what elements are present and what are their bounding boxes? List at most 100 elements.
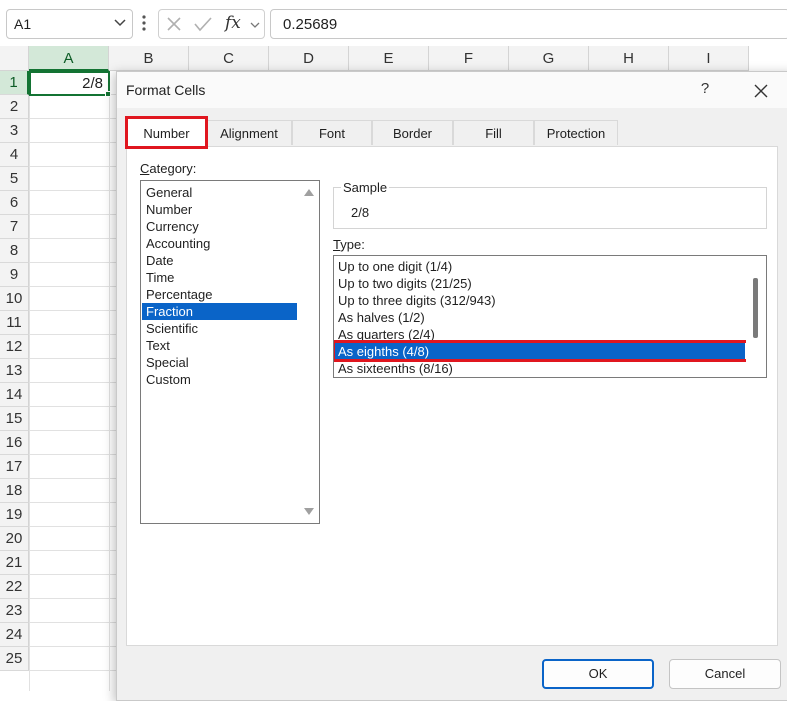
category-item-time[interactable]: Time: [142, 269, 297, 286]
cancel-button[interactable]: Cancel: [669, 659, 781, 689]
category-item-text[interactable]: Text: [142, 337, 297, 354]
tab-label: Font: [318, 126, 345, 141]
column-header-i[interactable]: I: [669, 46, 749, 71]
row-header-11[interactable]: 11: [0, 311, 29, 335]
column-header-d[interactable]: D: [269, 46, 349, 71]
formula-input[interactable]: 0.25689: [270, 9, 787, 39]
name-box-value: A1: [14, 16, 32, 32]
category-item-custom[interactable]: Custom: [142, 371, 297, 388]
tab-alignment[interactable]: Alignment: [206, 120, 292, 145]
row-header-17[interactable]: 17: [0, 455, 29, 479]
tab-border[interactable]: Border: [372, 120, 453, 145]
help-button[interactable]: ?: [695, 80, 715, 100]
category-item-fraction[interactable]: Fraction: [142, 303, 297, 320]
row-header-20[interactable]: 20: [0, 527, 29, 551]
row-header-5[interactable]: 5: [0, 167, 29, 191]
tab-label: Alignment: [220, 126, 278, 141]
formula-value: 0.25689: [283, 16, 338, 33]
row-header-10[interactable]: 10: [0, 287, 29, 311]
check-icon[interactable]: [194, 16, 212, 32]
row-header-16[interactable]: 16: [0, 431, 29, 455]
formula-buttons: fx: [158, 9, 265, 39]
column-header-e[interactable]: E: [349, 46, 429, 71]
name-box[interactable]: A1: [6, 9, 133, 39]
chevron-down-icon[interactable]: [250, 22, 260, 29]
row-header-21[interactable]: 21: [0, 551, 29, 575]
category-list[interactable]: General Number Currency Accounting Date Time P…: [140, 180, 320, 524]
type-list[interactable]: Up to one digit (1/4) Up to two digits (2…: [333, 255, 767, 378]
scrollbar-thumb[interactable]: [753, 278, 758, 338]
tab-fill[interactable]: Fill: [453, 120, 534, 145]
category-item-special[interactable]: Special: [142, 354, 297, 371]
type-item[interactable]: As sixteenths (8/16): [335, 360, 745, 377]
tab-font[interactable]: Font: [292, 120, 372, 145]
row-header-8[interactable]: 8: [0, 239, 29, 263]
row-header-23[interactable]: 23: [0, 599, 29, 623]
row-header-14[interactable]: 14: [0, 383, 29, 407]
number-tab-panel: Category: General Number Currency Accountin…: [126, 146, 778, 646]
tab-protection[interactable]: Protection: [534, 120, 618, 145]
chevron-down-icon[interactable]: [114, 19, 126, 27]
type-item[interactable]: As halves (1/2): [335, 309, 745, 326]
column-header-h[interactable]: H: [589, 46, 669, 71]
sample-group: [333, 187, 767, 229]
column-header-g[interactable]: G: [509, 46, 589, 71]
category-item-scientific[interactable]: Scientific: [142, 320, 297, 337]
sample-label: Sample: [341, 180, 390, 195]
row-header-7[interactable]: 7: [0, 215, 29, 239]
category-item-currency[interactable]: Currency: [142, 218, 297, 235]
scroll-down-icon[interactable]: [304, 508, 314, 515]
type-scrollbar[interactable]: [746, 256, 766, 377]
tab-label: Border: [392, 126, 433, 141]
column-header-a[interactable]: A: [29, 46, 109, 71]
formula-bar: A1 fx 0.25689: [0, 0, 787, 46]
close-icon[interactable]: [166, 16, 182, 32]
category-item-accounting[interactable]: Accounting: [142, 235, 297, 252]
cell-value: 2/8: [82, 75, 103, 92]
row-header-6[interactable]: 6: [0, 191, 29, 215]
format-cells-dialog: Format Cells ? Number Alignment Font Bor…: [116, 71, 787, 701]
tab-label: Fill: [485, 126, 502, 141]
row-header-25[interactable]: 25: [0, 647, 29, 671]
column-header-f[interactable]: F: [429, 46, 509, 71]
category-item-date[interactable]: Date: [142, 252, 297, 269]
dialog-title: Format Cells: [126, 82, 206, 98]
type-item[interactable]: Up to two digits (21/25): [335, 275, 745, 292]
row-header-18[interactable]: 18: [0, 479, 29, 503]
category-scrollbar[interactable]: [299, 181, 319, 523]
select-all-corner[interactable]: [0, 46, 29, 71]
row-header-4[interactable]: 4: [0, 143, 29, 167]
type-item[interactable]: Up to one digit (1/4): [335, 258, 745, 275]
type-label: Type:: [333, 237, 365, 252]
tab-label: Number: [143, 126, 190, 141]
ok-button[interactable]: OK: [542, 659, 654, 689]
category-item-general[interactable]: General: [142, 184, 297, 201]
row-header-2[interactable]: 2: [0, 95, 29, 119]
insert-function-button[interactable]: fx: [225, 13, 241, 33]
row-header-24[interactable]: 24: [0, 623, 29, 647]
row-header-22[interactable]: 22: [0, 575, 29, 599]
category-item-percentage[interactable]: Percentage: [142, 286, 297, 303]
scroll-up-icon[interactable]: [304, 189, 314, 196]
close-icon[interactable]: [750, 80, 772, 102]
category-label: Category:: [140, 161, 197, 176]
tab-label: Protection: [546, 126, 606, 141]
row-header-13[interactable]: 13: [0, 359, 29, 383]
row-header-12[interactable]: 12: [0, 335, 29, 359]
vertical-dots-icon[interactable]: [142, 15, 146, 31]
row-header-1[interactable]: 1: [0, 71, 29, 95]
fill-handle[interactable]: [105, 91, 111, 97]
column-header-c[interactable]: C: [189, 46, 269, 71]
row-header-15[interactable]: 15: [0, 407, 29, 431]
column-header-b[interactable]: B: [109, 46, 189, 71]
row-header-3[interactable]: 3: [0, 119, 29, 143]
selection-highlight-box: [334, 340, 750, 362]
dialog-titlebar[interactable]: Format Cells ?: [117, 72, 787, 108]
row-header-9[interactable]: 9: [0, 263, 29, 287]
row-header-19[interactable]: 19: [0, 503, 29, 527]
tab-number[interactable]: Number: [125, 116, 208, 149]
category-item-number[interactable]: Number: [142, 201, 297, 218]
tab-strip: Number Alignment Font Border Fill Protec…: [125, 116, 785, 149]
type-item[interactable]: Up to three digits (312/943): [335, 292, 745, 309]
active-cell-a1[interactable]: 2/8: [29, 71, 110, 96]
